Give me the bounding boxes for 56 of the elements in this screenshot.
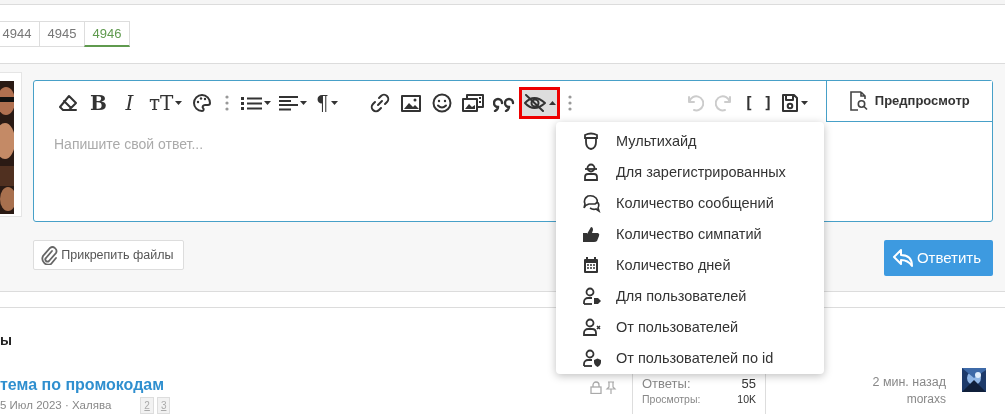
user-remove-icon: [582, 318, 602, 337]
eraser-icon: [57, 94, 78, 112]
text-size-button[interactable]: тT: [145, 87, 187, 119]
bold-button[interactable]: B: [83, 87, 114, 119]
paragraph-button[interactable]: ¶: [311, 87, 343, 119]
document-search-icon: [849, 91, 869, 111]
fullscreen-button[interactable]: [ ]: [740, 87, 777, 119]
page-link[interactable]: 4944: [0, 21, 40, 47]
pin-icon: [605, 381, 618, 394]
align-icon: [279, 95, 299, 111]
thread-meta: 5 Июл 2023 · Халява: [0, 398, 112, 413]
hide-menu-item[interactable]: Мультихайд: [556, 126, 824, 157]
caret-icon: [801, 101, 808, 105]
section-heading: ы: [0, 331, 12, 350]
hide-menu-item[interactable]: От пользователей: [556, 312, 824, 343]
caret-icon: [330, 101, 338, 105]
more-icon[interactable]: [568, 94, 573, 112]
stat-value: 55: [741, 375, 756, 393]
list-icon: [241, 95, 263, 111]
palette-icon: [191, 93, 212, 113]
user-shield-icon: [582, 349, 602, 368]
page-link[interactable]: 4946: [84, 21, 130, 47]
attach-files-button[interactable]: Прикрепить файлы: [33, 240, 184, 270]
hide-menu-item[interactable]: Для пользователей: [556, 281, 824, 312]
user-tag-icon: [582, 287, 602, 306]
reply-icon: [891, 248, 914, 268]
link-icon: [369, 93, 390, 113]
eye-slash-icon: [523, 94, 548, 112]
lock-icon: [590, 381, 602, 394]
image-icon: [400, 94, 421, 112]
stat-label: Просмотры:: [642, 393, 701, 406]
caret-icon: [175, 101, 183, 105]
chat-bubbles-icon: [582, 194, 602, 213]
caret-icon: [300, 101, 308, 105]
hide-button[interactable]: [519, 87, 561, 119]
stat-label: Ответы:: [642, 375, 691, 393]
thumbs-up-icon: [582, 225, 602, 244]
more-icon[interactable]: [225, 94, 230, 112]
hide-menu-item[interactable]: Количество симпатий: [556, 219, 824, 250]
stat-value: 10K: [737, 393, 756, 406]
paperclip-icon: [40, 245, 58, 265]
caret-icon: [264, 101, 272, 105]
last-post-time: 2 мин. назад: [872, 374, 946, 391]
save-icon: [781, 93, 799, 113]
smiley-icon: [431, 93, 452, 113]
thread-title-link[interactable]: тема по промокодам: [0, 376, 165, 393]
last-poster-link[interactable]: moraxs: [906, 391, 946, 407]
preview-tab[interactable]: Предпросмотр: [826, 81, 992, 122]
hide-menu-item[interactable]: Количество дней: [556, 250, 824, 281]
media-icon: [461, 94, 484, 112]
hide-menu-item[interactable]: Для зарегистрированных: [556, 157, 824, 188]
caret-icon: [549, 101, 557, 105]
hide-menu-item[interactable]: От пользователей по id: [556, 343, 824, 374]
page-link[interactable]: 4945: [39, 21, 85, 47]
italic-button[interactable]: I: [114, 87, 145, 119]
hide-menu-item[interactable]: Количество сообщений: [556, 188, 824, 219]
